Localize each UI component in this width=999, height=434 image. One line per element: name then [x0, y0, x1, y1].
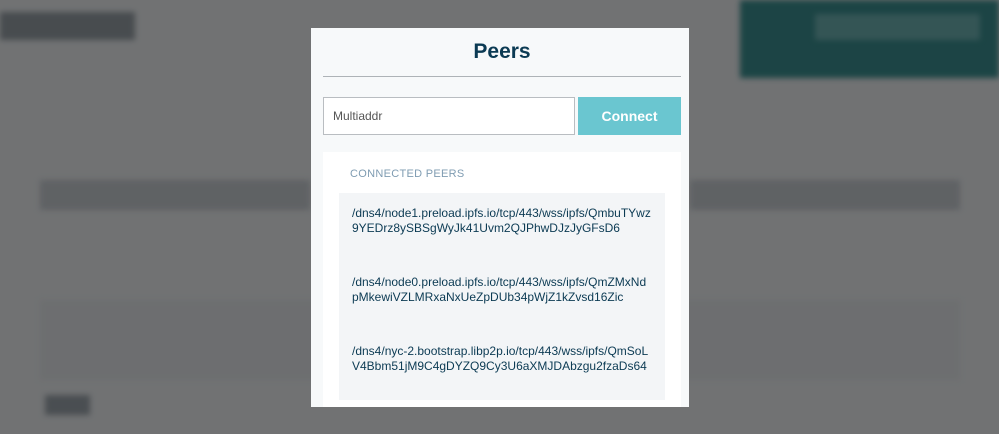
peers-modal: Peers Connect CONNECTED PEERS /dns4/node…	[311, 28, 689, 407]
modal-title: Peers	[323, 28, 681, 77]
multiaddr-input[interactable]	[323, 97, 575, 135]
connected-peers-panel: CONNECTED PEERS /dns4/node1.preload.ipfs…	[323, 152, 681, 407]
peer-item: /dns4/nyc-2.bootstrap.libp2p.io/tcp/443/…	[339, 331, 665, 400]
peer-item: /dns4/node0.preload.ipfs.io/tcp/443/wss/…	[339, 262, 665, 331]
peer-item: /dns4/node1.preload.ipfs.io/tcp/443/wss/…	[339, 193, 665, 262]
section-header: CONNECTED PEERS	[350, 168, 465, 180]
connect-button[interactable]: Connect	[578, 97, 681, 135]
